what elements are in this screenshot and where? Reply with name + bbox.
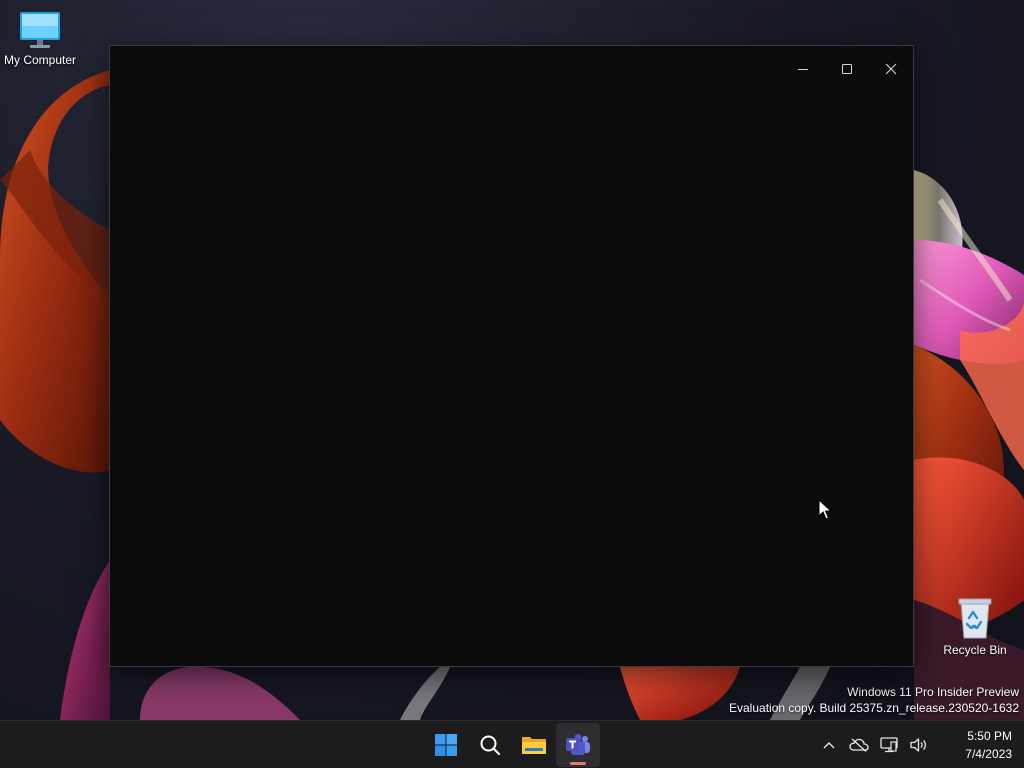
file-explorer-button[interactable] <box>512 723 556 767</box>
mouse-cursor-icon <box>818 499 832 520</box>
desktop-icon-label: My Computer <box>3 53 77 67</box>
clock-time: 5:50 PM <box>967 729 1012 743</box>
desktop-icon-my-computer[interactable]: My Computer <box>0 10 80 67</box>
network-button[interactable] <box>874 725 904 765</box>
file-explorer-icon <box>522 737 546 754</box>
maximize-button[interactable] <box>825 46 869 92</box>
windows-start-icon <box>435 734 457 756</box>
windows-watermark: Windows 11 Pro Insider Preview Evaluatio… <box>729 685 1019 716</box>
recycle-bin-icon <box>958 598 992 639</box>
volume-icon <box>910 738 927 752</box>
desktop-icon-recycle-bin[interactable]: Recycle Bin <box>935 596 1015 657</box>
taskbar: 5:50 PM 7/4/2023 <box>0 720 1024 768</box>
app-window[interactable] <box>109 45 914 667</box>
window-caption-buttons <box>781 46 913 92</box>
onedrive-offline-icon <box>849 738 869 752</box>
monitor-icon <box>20 12 60 48</box>
desktop-icon-label: Recycle Bin <box>943 643 1007 657</box>
close-button[interactable] <box>869 46 913 92</box>
active-app-indicator <box>570 762 586 765</box>
volume-button[interactable] <box>904 725 934 765</box>
watermark-edition: Windows 11 Pro Insider Preview <box>847 685 1019 699</box>
close-icon <box>885 63 897 75</box>
system-tray: 5:50 PM 7/4/2023 <box>814 721 1012 768</box>
teams-button[interactable] <box>556 723 600 767</box>
network-icon <box>880 737 898 753</box>
show-hidden-icons-button[interactable] <box>814 725 844 765</box>
teams-icon <box>566 734 590 755</box>
minimize-button[interactable] <box>781 46 825 92</box>
maximize-icon <box>842 64 852 74</box>
taskbar-apps <box>424 723 600 767</box>
search-button[interactable] <box>468 723 512 767</box>
watermark-build: Evaluation copy. Build 25375.zn_release.… <box>729 700 1019 715</box>
start-button[interactable] <box>424 723 468 767</box>
search-icon <box>480 735 501 756</box>
minimize-icon <box>798 69 808 70</box>
onedrive-button[interactable] <box>844 725 874 765</box>
clock-date: 7/4/2023 <box>965 747 1012 761</box>
taskbar-clock[interactable]: 5:50 PM 7/4/2023 <box>942 727 1012 763</box>
chevron-up-icon <box>823 742 835 749</box>
